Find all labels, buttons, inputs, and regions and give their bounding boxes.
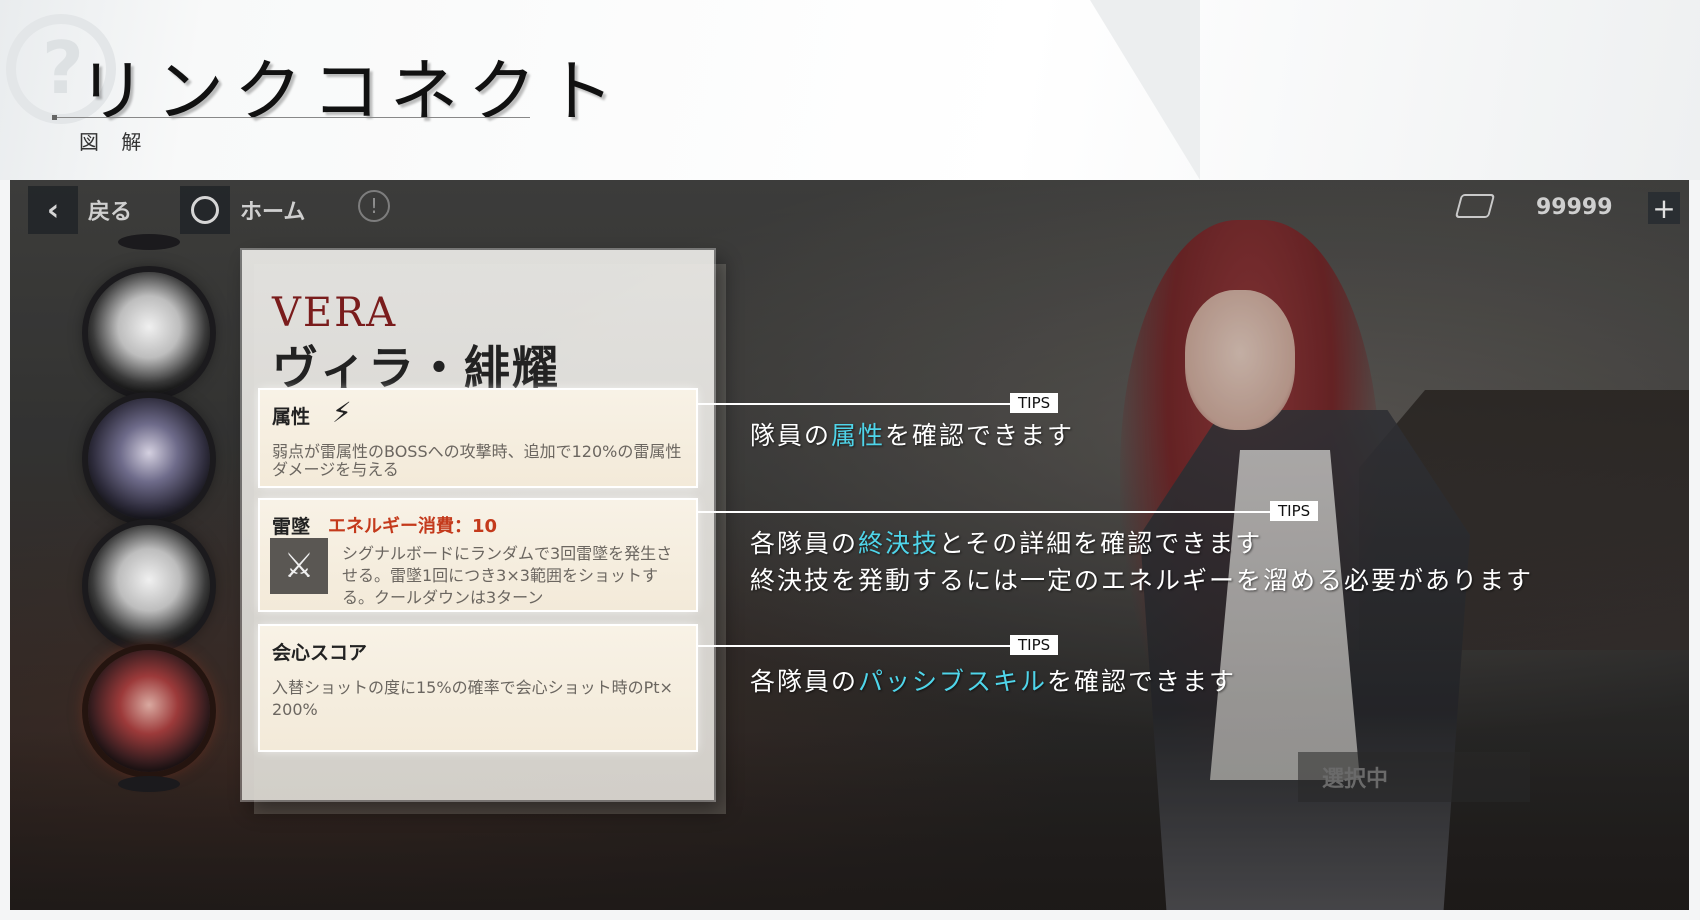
attribute-box: 属性 ⚡ 弱点が雷属性のBOSSへの攻撃時、追加で120%の雷属性 ダメージを与… [260, 390, 696, 486]
lightning-icon: ⚡ [332, 396, 352, 429]
chevron-left-icon: ‹ [28, 186, 78, 234]
back-label: 戻る [88, 200, 133, 225]
tips-tag: TIPS [1010, 393, 1059, 413]
tip-connector [696, 403, 1010, 405]
page-subtitle: 図 解 [79, 130, 150, 154]
attribute-text-line2: ダメージを与える [272, 460, 399, 479]
avatar-partial[interactable] [118, 776, 180, 792]
avatar[interactable] [88, 525, 210, 647]
tip-highlight: 終決技 [858, 529, 940, 558]
tip-ultimate-line2: 終決技を発動するには一定のエネルギーを溜める必要があります [750, 566, 1534, 595]
selected-button[interactable]: 選択中 [1298, 752, 1530, 802]
page-title: リンクコネクト [78, 53, 625, 132]
header-decoration [1090, 0, 1200, 180]
home-button[interactable]: ホーム [180, 186, 306, 234]
currency-icon [1454, 194, 1496, 218]
avatar[interactable] [88, 272, 210, 394]
avatar-selected[interactable] [88, 650, 210, 772]
character-name-jp: ヴィラ・緋耀 [272, 341, 560, 395]
passive-title: 会心スコア [272, 642, 368, 664]
passive-box: 会心スコア 入替ショットの度に15%の確率で会心ショット時のPt× 200% [260, 626, 696, 750]
ultimate-text-line2: せる。雷墜1回につき3×3範囲をショットす [342, 566, 658, 585]
attribute-title: 属性 [272, 406, 311, 428]
ultimate-box: 雷墜 エネルギー消費：10 ⚔ シグナルボードにランダムで3回雷墜を発生さ せる… [260, 500, 696, 610]
passive-text-line2: 200% [272, 700, 318, 719]
energy-cost: エネルギー消費：10 [328, 516, 498, 537]
attribute-text-line1: 弱点が雷属性のBOSSへの攻撃時、追加で120%の雷属性 [272, 442, 682, 461]
title-divider-dot [52, 115, 57, 120]
tip-highlight: パッシブスキル [858, 667, 1048, 696]
title-divider [54, 117, 530, 118]
avatar[interactable] [88, 398, 210, 520]
add-currency-button[interactable]: + [1648, 192, 1680, 225]
home-circle-icon [180, 186, 230, 234]
tip-highlight: 属性 [831, 421, 886, 450]
ultimate-title: 雷墜 [272, 516, 311, 538]
tips-tag: TIPS [1010, 635, 1059, 655]
back-button[interactable]: ‹ 戻る [28, 186, 133, 234]
info-icon[interactable]: ! [358, 190, 390, 222]
tips-tag: TIPS [1270, 501, 1319, 521]
ultimate-text-line1: シグナルボードにランダムで3回雷墜を発生さ [342, 544, 673, 563]
sword-skill-icon: ⚔ [270, 538, 328, 594]
passive-text-line1: 入替ショットの度に15%の確率で会心ショット時のPt× [272, 678, 673, 697]
tip-ultimate: 各隊員の終決技とその詳細を確認できます [750, 529, 1263, 558]
currency-value: 99999 [1536, 195, 1613, 220]
tip-connector [696, 511, 1270, 513]
character-name-en: VERA [272, 290, 398, 336]
home-label: ホーム [240, 200, 306, 225]
tip-connector [696, 645, 1010, 647]
tip-attribute: 隊員の属性を確認できます [750, 421, 1075, 450]
game-screenshot: ‹ 戻る ホーム ! 99999 + VERA ヴィラ・緋耀 属性 ⚡ 弱点が雷… [10, 180, 1689, 910]
tip-passive: 各隊員のパッシブスキルを確認できます [750, 667, 1237, 696]
ultimate-text-line3: る。クールダウンは3ターン [342, 588, 544, 607]
avatar-partial[interactable] [118, 234, 180, 250]
